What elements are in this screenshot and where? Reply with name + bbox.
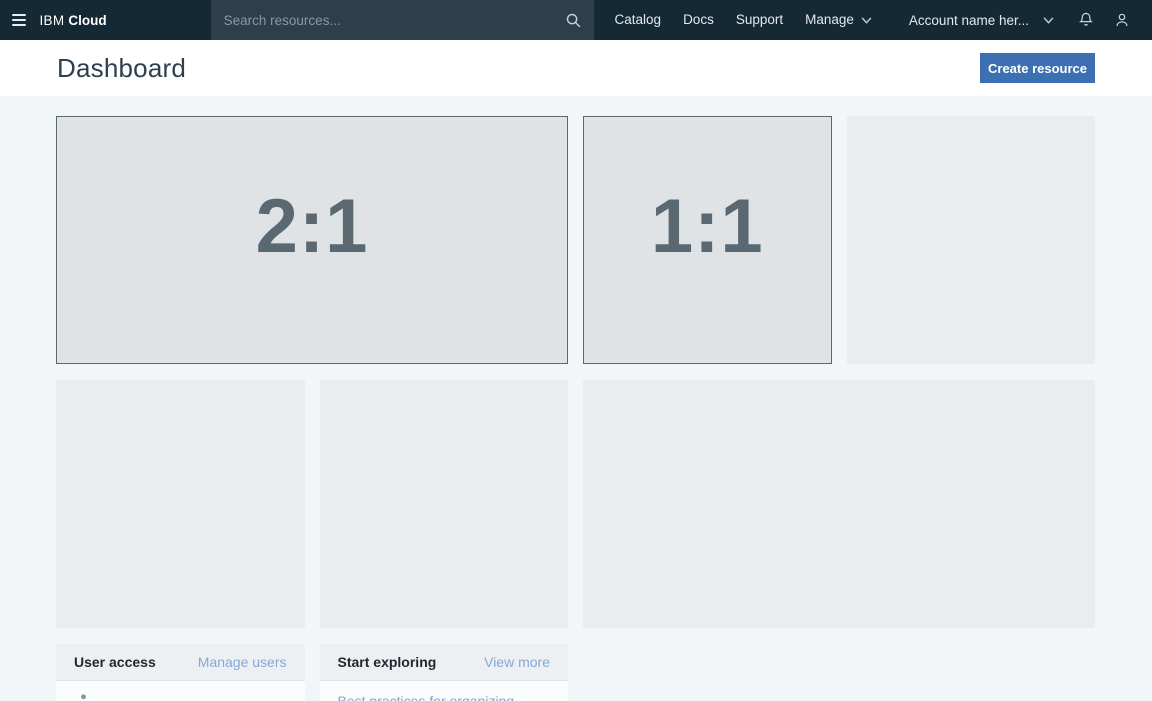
best-practices-link[interactable]: Best practices for organizing resources [338,693,515,701]
view-more-link[interactable]: View more [484,654,550,670]
user-access-title: User access [74,654,156,670]
skeleton-tile-blank [320,380,569,628]
page-header: Dashboard Create resource [0,40,1152,96]
skeleton-tile-blank [583,380,1095,628]
nav-manage[interactable]: Manage [794,0,883,40]
search-icon[interactable] [565,12,582,29]
account-menu[interactable]: Account name her... [909,13,1054,28]
search-input[interactable] [224,13,565,28]
widget-grid: 2:1 1:1 User access Manage users Start e… [56,116,1095,701]
bell-icon [1077,11,1095,29]
user-icon [1113,11,1131,29]
nav-docs[interactable]: Docs [672,0,725,40]
nav-support[interactable]: Support [725,0,794,40]
user-avatar-icon [77,693,90,701]
nav-manage-label: Manage [805,0,854,40]
chevron-down-icon [861,17,872,24]
search-box[interactable] [211,0,594,40]
topbar: IBM Cloud Catalog Docs Support Manage Acc… [0,0,1152,40]
brand-ibm-text: IBM [39,13,64,28]
user-access-card-header: User access Manage users [56,644,305,681]
start-exploring-card-header: Start exploring View more [320,644,569,681]
top-navigation: Catalog Docs Support Manage [604,0,883,40]
notifications-button[interactable] [1068,0,1104,40]
page-title: Dashboard [57,53,186,84]
chevron-down-icon [1043,17,1054,24]
nav-catalog[interactable]: Catalog [604,0,673,40]
start-exploring-card: Start exploring View more Best practices… [320,644,569,701]
tile-ratio-label: 2:1 [256,183,369,270]
start-exploring-title: Start exploring [338,654,437,670]
hamburger-menu-button[interactable] [0,0,37,40]
skeleton-tile-wide: 2:1 [56,116,568,364]
account-name-label: Account name her... [909,13,1029,28]
ibm-cloud-logo[interactable]: IBM Cloud [39,13,106,28]
skeleton-tile-blank [56,380,305,628]
skeleton-tile-square: 1:1 [583,116,832,364]
skeleton-tile-blank [847,116,1096,364]
create-resource-button[interactable]: Create resource [980,53,1095,83]
topbar-actions [1068,0,1152,40]
user-access-card: User access Manage users [56,644,305,701]
manage-users-link[interactable]: Manage users [198,654,287,670]
dashboard-content: 2:1 1:1 User access Manage users Start e… [0,96,1152,701]
avatar-button[interactable] [1104,0,1140,40]
brand-cloud-text: Cloud [68,13,106,28]
hamburger-icon [12,14,26,26]
user-access-card-body [56,681,305,701]
tile-ratio-label: 1:1 [651,183,764,270]
start-exploring-card-body: Best practices for organizing resources [320,681,569,701]
